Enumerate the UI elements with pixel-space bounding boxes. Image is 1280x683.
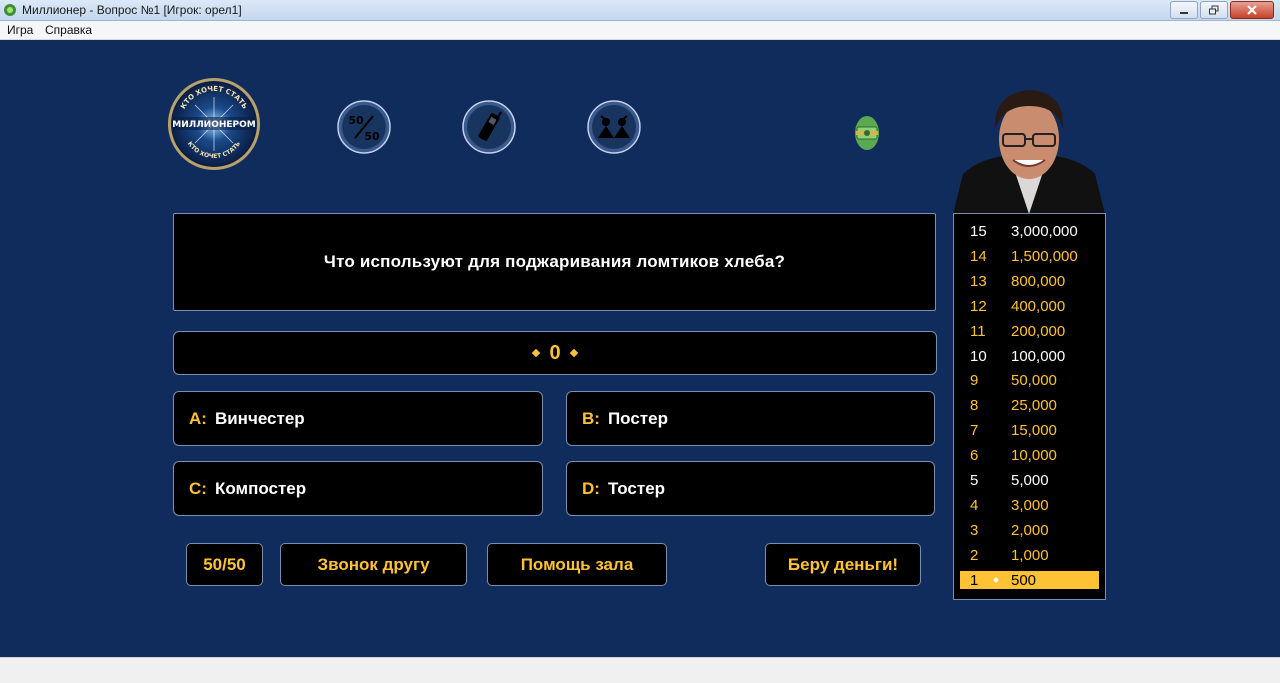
ladder-amount: 50,000 xyxy=(1011,372,1057,390)
answer-letter: A: xyxy=(189,408,207,428)
title-bar: Миллионер - Вопрос №1 [Игрок: орел1] xyxy=(0,0,1280,21)
ladder-amount: 500 xyxy=(1011,571,1037,589)
ladder-level: 9 xyxy=(970,372,979,390)
ladder-rung-9: 9 50,000 xyxy=(960,371,1099,389)
ladder-amount: 3,000 xyxy=(1011,496,1049,514)
audience-help-icon[interactable] xyxy=(587,100,641,154)
minimize-button[interactable] xyxy=(1170,1,1198,19)
ladder-level: 13 xyxy=(970,272,987,290)
question-box: Что используют для поджаривания ломтиков… xyxy=(173,213,936,311)
money-bundle-icon xyxy=(855,116,879,150)
ladder-rung-7: 7 15,000 xyxy=(960,421,1099,439)
ladder-level: 12 xyxy=(970,297,987,315)
ladder-rung-5: 5 5,000 xyxy=(960,471,1099,489)
ladder-amount: 1,000 xyxy=(1011,546,1049,564)
ladder-amount: 10,000 xyxy=(1011,447,1057,465)
ladder-rung-15: 15 3,000,000 xyxy=(960,222,1099,240)
answer-letter: D: xyxy=(582,478,600,498)
prize-ladder: 15 3,000,000 14 1,500,000 13 800,000 12 400,000… xyxy=(953,213,1106,600)
ladder-rung-10: 10 100,000 xyxy=(960,347,1099,365)
ladder-level: 4 xyxy=(970,496,979,514)
ladder-rung-3: 3 2,000 xyxy=(960,521,1099,539)
svg-text:50: 50 xyxy=(348,114,364,127)
answer-text: Тостер xyxy=(607,478,666,498)
ladder-level: 7 xyxy=(970,422,979,440)
answer-text: Компостер xyxy=(214,478,307,498)
ladder-level: 15 xyxy=(970,223,987,240)
answer-c[interactable]: C: Компостер xyxy=(173,461,543,516)
question-text: Что используют для поджаривания ломтиков… xyxy=(323,252,786,271)
answer-letter: C: xyxy=(189,478,207,498)
restore-icon xyxy=(1209,5,1219,15)
take-money-button[interactable]: Беру деньги! xyxy=(765,543,921,586)
ladder-amount: 400,000 xyxy=(1011,297,1066,315)
ladder-rung-8: 8 25,000 xyxy=(960,396,1099,414)
ladder-amount: 15,000 xyxy=(1011,422,1057,440)
ladder-amount: 25,000 xyxy=(1011,397,1057,415)
menu-help[interactable]: Справка xyxy=(45,23,92,37)
ladder-level: 2 xyxy=(970,546,979,564)
ladder-amount: 2,000 xyxy=(1011,521,1049,539)
phone-friend-icon[interactable] xyxy=(462,100,516,154)
call-friend-button[interactable]: Звонок другу xyxy=(280,543,467,586)
ladder-amount: 800,000 xyxy=(1011,272,1066,290)
ladder-rung-4: 4 3,000 xyxy=(960,496,1099,514)
fifty-fifty-button[interactable]: 50/50 xyxy=(186,543,263,586)
app-icon xyxy=(4,4,16,16)
ladder-amount: 200,000 xyxy=(1011,322,1066,340)
audience-help-button[interactable]: Помощь зала xyxy=(487,543,667,586)
ladder-level: 11 xyxy=(970,322,986,340)
ladder-rung-11: 11 200,000 xyxy=(960,322,1099,340)
close-icon xyxy=(1247,5,1257,15)
ladder-level: 14 xyxy=(970,247,987,265)
answer-a[interactable]: A: Винчестер xyxy=(173,391,543,446)
answer-d[interactable]: D: Тостер xyxy=(566,461,935,516)
ladder-amount: 100,000 xyxy=(1011,347,1066,365)
close-button[interactable] xyxy=(1230,1,1274,19)
ladder-amount: 1,500,000 xyxy=(1011,247,1078,265)
ladder-level: 3 xyxy=(970,521,979,539)
host-portrait xyxy=(953,90,1105,214)
diamond-icon xyxy=(532,348,541,358)
ladder-rung-14: 14 1,500,000 xyxy=(960,247,1099,265)
answer-text: Постер xyxy=(607,408,668,428)
status-bar xyxy=(0,657,1280,683)
window-title: Миллионер - Вопрос №1 [Игрок: орел1] xyxy=(22,3,242,17)
restore-button[interactable] xyxy=(1200,1,1228,19)
ladder-rung-12: 12 400,000 xyxy=(960,297,1099,315)
ladder-level: 8 xyxy=(970,397,979,415)
answer-text: Винчестер xyxy=(214,408,305,428)
answer-letter: B: xyxy=(582,408,600,428)
current-level-marker-icon xyxy=(993,576,999,583)
svg-text:50: 50 xyxy=(364,130,380,143)
ladder-rung-1: 1 500 xyxy=(960,570,1099,589)
menu-bar: Игра Справка xyxy=(0,21,1280,40)
ladder-rung-2: 2 1,000 xyxy=(960,546,1099,564)
fifty-fifty-icon[interactable]: 50 50 xyxy=(337,100,391,154)
ladder-rung-6: 6 10,000 xyxy=(960,446,1099,464)
ladder-amount: 5,000 xyxy=(1011,472,1049,489)
ladder-level: 6 xyxy=(970,447,979,465)
ladder-amount: 3,000,000 xyxy=(1011,223,1078,240)
current-prize-value: 0 xyxy=(549,341,561,364)
minimize-icon xyxy=(1180,12,1188,14)
logo-main-text: МИЛЛИОНЕРОМ xyxy=(172,120,256,130)
ladder-level: 1 xyxy=(970,571,979,589)
ladder-rung-13: 13 800,000 xyxy=(960,272,1099,290)
menu-game[interactable]: Игра xyxy=(7,23,33,37)
diamond-icon xyxy=(569,348,578,358)
current-prize-box: 0 xyxy=(173,331,937,375)
ladder-level: 5 xyxy=(970,472,979,489)
ladder-level: 10 xyxy=(970,347,987,365)
millionaire-logo: КТО ХОЧЕТ СТАТЬ КТО ХОЧЕТ СТАТЬ МИЛЛИОНЕ… xyxy=(168,78,260,170)
answer-b[interactable]: B: Постер xyxy=(566,391,935,446)
